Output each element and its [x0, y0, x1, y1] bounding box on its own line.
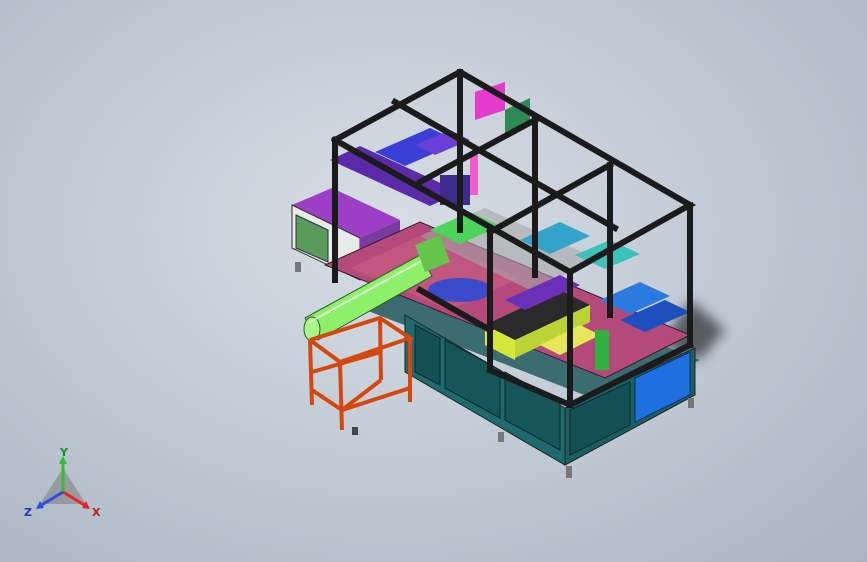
- y-axis-label: Y: [59, 448, 69, 459]
- cad-viewport[interactable]: Y X Z: [0, 0, 867, 562]
- x-axis-label: X: [92, 506, 101, 519]
- z-axis-label: Z: [24, 506, 32, 519]
- machine-assembly-model[interactable]: [0, 0, 867, 562]
- stand-foot: [352, 427, 358, 435]
- axis-triad[interactable]: Y X Z: [22, 446, 104, 522]
- orange-stand: [308, 315, 415, 431]
